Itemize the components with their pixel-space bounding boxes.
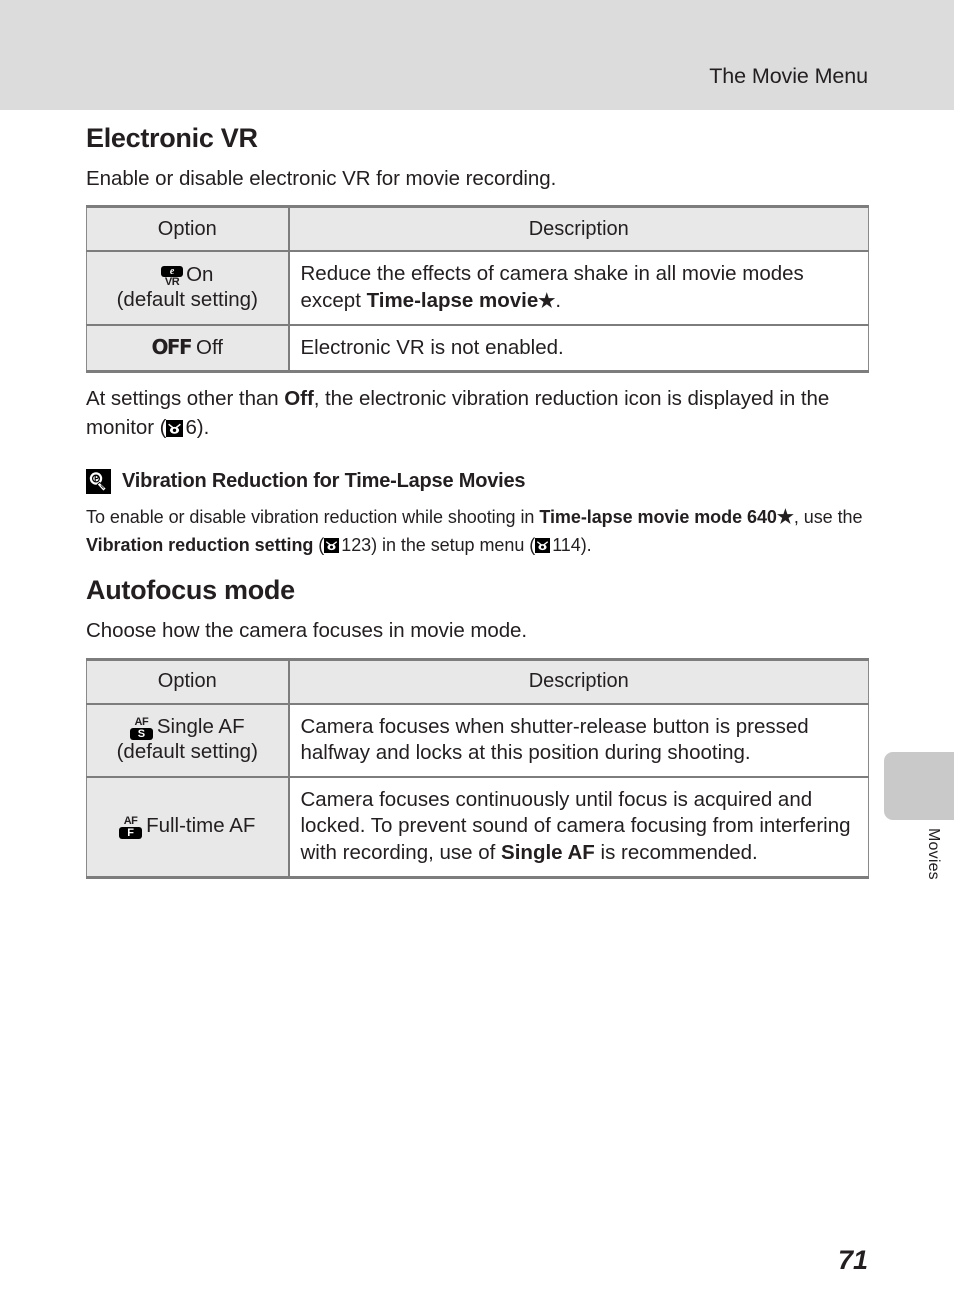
cross-reference-page-1: 123 [341,534,372,555]
off-icon: OFF [151,335,193,360]
description-text-tail: is recommended. [594,841,758,865]
description-cell-vr-on: Reduce the effects of camera shake in al… [288,250,869,326]
star-icon: ★ [538,290,556,312]
tip-text-4: ) in the setup menu ( [371,534,536,555]
vr-on-icon: e VR [161,266,184,288]
tip-text-2: , use the [793,506,863,527]
description-cell-full-time-af: Camera focuses continuously until focus … [288,776,869,879]
cross-reference-page-2: 114 [552,534,581,555]
chapter-thumb-tab-label: Movies [925,828,942,880]
section-lead-electronic-vr: Enable or disable electronic VR for movi… [86,166,557,190]
table-header-row: Option Description [86,657,869,705]
af-single-icon: AF S [129,717,153,741]
option-cell-full-time-af: AF F Full-time AF [86,776,290,879]
autofocus-mode-options-table: Option Description AF S Single AF (defau… [86,657,869,879]
section-lead-autofocus-mode: Choose how the camera focuses in movie m… [86,618,528,642]
option-label: Full-time AF [146,814,256,838]
chapter-thumb-tab [884,752,954,820]
tip-header: Vibration Reduction for Time-Lapse Movie… [86,468,868,494]
table-row: OFF Off Electronic VR is not enabled. [86,324,869,374]
option-label: Single AF [156,715,245,739]
page-header-band: The Movie Menu [0,0,954,110]
column-header-option: Option [86,657,290,705]
column-header-option: Option [86,205,290,253]
table-row: AF F Full-time AF Camera focuses continu… [86,776,869,879]
option-cell-vr-on: e VR On (default setting) [86,250,290,326]
tip-title: Vibration Reduction for Time-Lapse Movie… [122,469,526,492]
option-default-note: (default setting) [116,288,258,312]
lightbulb-icon [86,468,111,494]
note-bold-off: Off [284,387,314,411]
electronic-vr-options-table: Option Description e VR On (default sett… [86,205,869,374]
af-full-icon: AF F [119,816,143,840]
tip-text-3: ( [313,534,325,555]
description-cell-single-af: Camera focuses when shutter-release butt… [288,703,869,778]
table-row: AF S Single AF (default setting) Camera … [86,703,869,778]
option-label: Off [196,336,223,360]
electronic-vr-after-table-note: At settings other than Off, the electron… [86,384,868,442]
page-number: 71 [837,1245,868,1275]
section-title-electronic-vr: Electronic VR [86,123,258,153]
star-icon: ★ [776,506,794,528]
table-row: e VR On (default setting) Reduce the eff… [86,250,869,326]
tip-block-vibration-reduction: Vibration Reduction for Time-Lapse Movie… [86,468,868,559]
cross-reference-icon [535,537,551,553]
description-bold-term: Single AF [501,841,595,865]
note-text-post: ). [196,416,210,440]
tip-bold-2: Vibration reduction setting [86,534,314,555]
page-content-column: Electronic VR Enable or disable electron… [86,110,869,879]
description-text: Camera focuses when shutter-release butt… [300,714,809,765]
tip-bold-1: Time-lapse movie mode 640 [539,506,777,527]
option-label: On [186,263,214,287]
table-header-row: Option Description [86,205,869,253]
description-cell-vr-off: Electronic VR is not enabled. [288,324,869,374]
section-title-autofocus-mode: Autofocus mode [86,575,295,606]
description-bold-term: Time-lapse movie [366,288,539,312]
tip-text-5: ). [580,534,592,555]
tip-body: To enable or disable vibration reduction… [86,504,868,559]
cross-reference-icon [166,420,184,438]
page-body: Electronic VR Enable or disable electron… [0,110,954,1314]
cross-reference-icon [324,537,340,553]
option-default-note: (default setting) [116,740,258,764]
description-text-tail: . [555,288,562,312]
option-cell-single-af: AF S Single AF (default setting) [86,703,290,778]
note-text-pre: At settings other than [86,387,285,411]
tip-text-1: To enable or disable vibration reduction… [86,506,540,527]
description-text: Electronic VR is not enabled. [300,335,564,359]
column-header-description: Description [288,205,869,253]
option-cell-vr-off: OFF Off [86,324,290,374]
cross-reference-page: 6 [185,416,197,440]
column-header-description: Description [288,657,869,705]
page-header-title: The Movie Menu [709,64,868,88]
